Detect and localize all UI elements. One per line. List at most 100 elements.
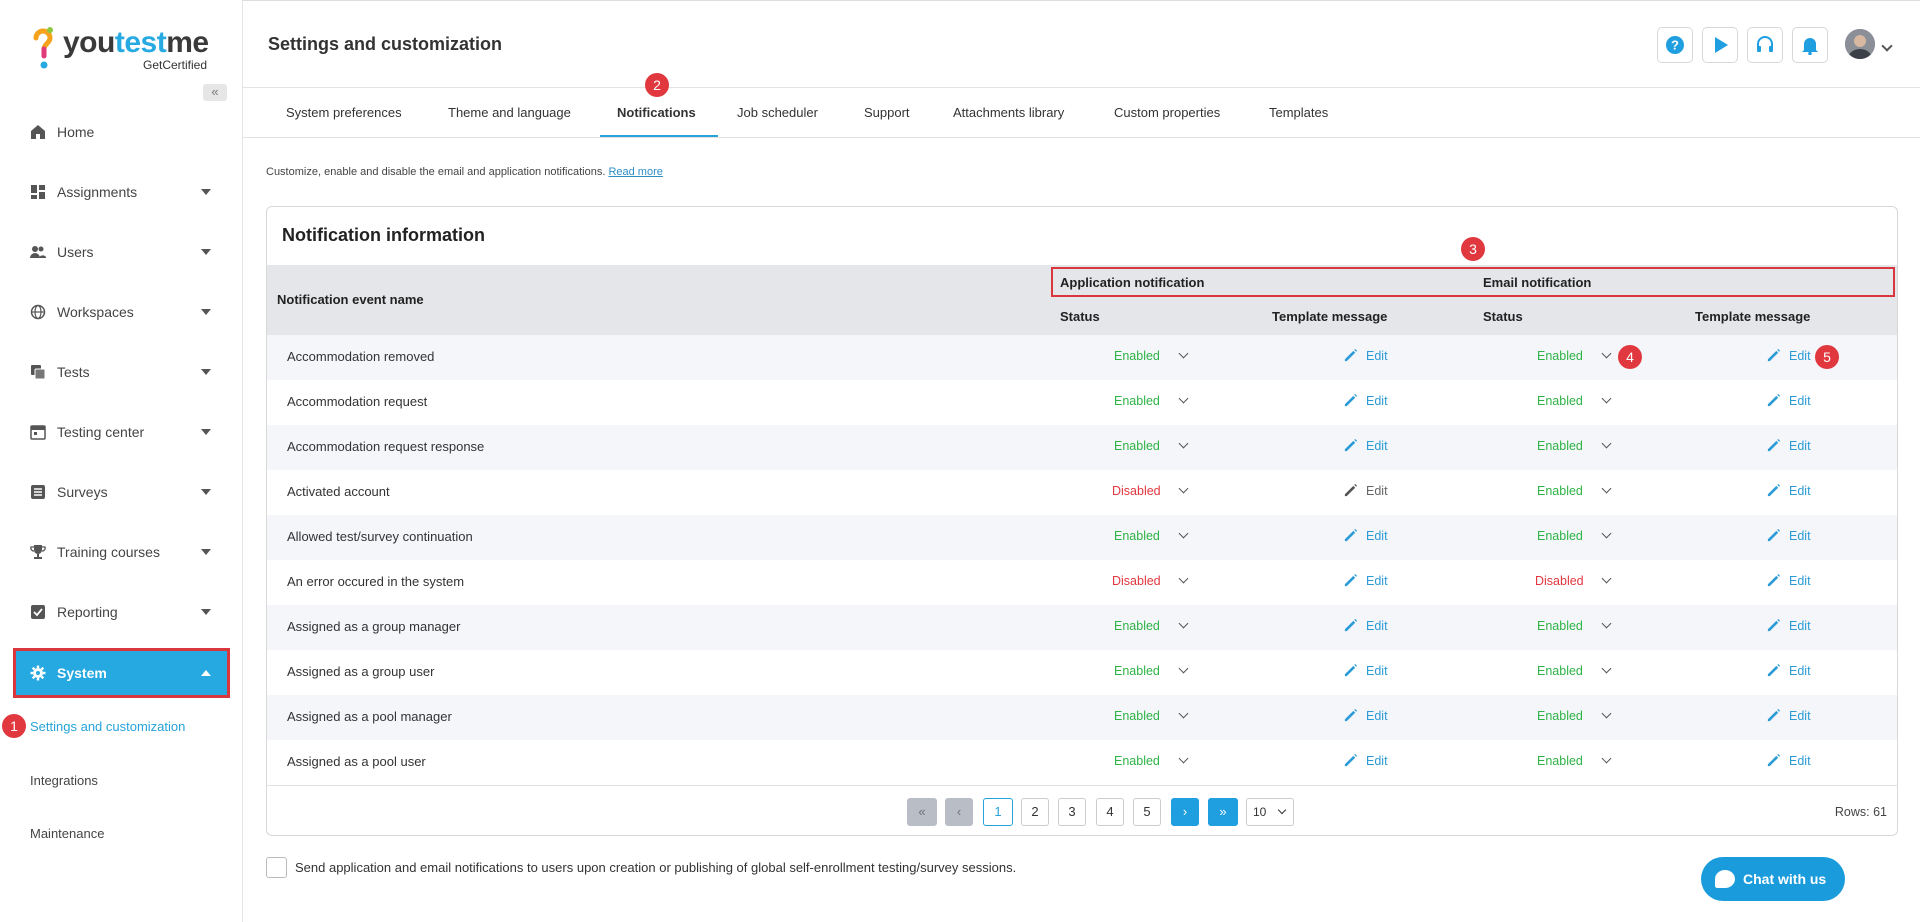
- page-button[interactable]: 3: [1058, 798, 1086, 826]
- chevron-down-icon[interactable]: [1601, 573, 1612, 584]
- app-template-edit-button[interactable]: Edit: [1343, 663, 1388, 678]
- chevron-down-icon[interactable]: [1178, 708, 1189, 719]
- tab-attachments-library[interactable]: Attachments library: [953, 105, 1064, 120]
- sidebar-item-system[interactable]: System: [13, 648, 230, 698]
- chevron-down-icon[interactable]: [1601, 618, 1612, 629]
- chevron-down-icon[interactable]: [1178, 438, 1189, 449]
- chevron-down-icon[interactable]: [1178, 663, 1189, 674]
- app-status-select[interactable]: Enabled: [1114, 709, 1160, 723]
- app-template-edit-button[interactable]: Edit: [1343, 348, 1388, 363]
- app-template-edit-button[interactable]: Edit: [1343, 573, 1388, 588]
- chevron-down-icon[interactable]: [1178, 483, 1189, 494]
- app-template-edit-button[interactable]: Edit: [1343, 618, 1388, 633]
- support-button[interactable]: [1747, 27, 1783, 63]
- page-button[interactable]: 4: [1096, 798, 1124, 826]
- sidebar-item-surveys[interactable]: Surveys: [16, 470, 227, 514]
- sidebar-item-reporting[interactable]: Reporting: [16, 590, 227, 634]
- page-button[interactable]: 2: [1021, 798, 1049, 826]
- sidebar-subitem-maintenance[interactable]: Maintenance: [30, 826, 104, 841]
- sidebar-item-training-courses[interactable]: Training courses: [16, 530, 227, 574]
- chevron-down-icon[interactable]: [1881, 40, 1893, 52]
- email-status-select[interactable]: Enabled: [1537, 394, 1583, 408]
- app-status-select[interactable]: Enabled: [1114, 529, 1160, 543]
- chat-with-us-button[interactable]: Chat with us: [1701, 857, 1845, 901]
- chevron-down-icon[interactable]: [1601, 708, 1612, 719]
- app-status-select[interactable]: Enabled: [1114, 754, 1160, 768]
- email-status-select[interactable]: Enabled: [1537, 529, 1583, 543]
- play-tutorial-button[interactable]: [1702, 27, 1738, 63]
- avatar[interactable]: [1845, 29, 1875, 59]
- email-template-edit-button[interactable]: Edit: [1766, 618, 1811, 633]
- chevron-down-icon[interactable]: [1601, 483, 1612, 494]
- email-template-edit-button[interactable]: Edit: [1766, 573, 1811, 588]
- chevron-down-icon[interactable]: [1178, 348, 1189, 359]
- chevron-down-icon[interactable]: [1601, 663, 1612, 674]
- app-status-select[interactable]: Enabled: [1114, 349, 1160, 363]
- self-enrollment-checkbox[interactable]: [266, 857, 287, 878]
- sidebar-subitem-settings-and-customization[interactable]: Settings and customization: [30, 719, 185, 734]
- first-page-button[interactable]: «: [907, 798, 937, 826]
- email-template-edit-button[interactable]: Edit: [1766, 393, 1811, 408]
- email-status-select[interactable]: Disabled: [1535, 574, 1584, 588]
- email-template-edit-button[interactable]: Edit: [1766, 348, 1811, 363]
- sidebar-item-workspaces[interactable]: Workspaces: [16, 290, 227, 334]
- email-status-select[interactable]: Enabled: [1537, 709, 1583, 723]
- page-button[interactable]: 1: [983, 798, 1013, 826]
- app-status-select[interactable]: Enabled: [1114, 619, 1160, 633]
- sidebar-item-assignments[interactable]: Assignments: [16, 170, 227, 214]
- sidebar-item-home[interactable]: Home: [16, 110, 227, 154]
- tab-notifications[interactable]: Notifications: [617, 105, 696, 120]
- chevron-down-icon[interactable]: [1601, 438, 1612, 449]
- chevron-down-icon[interactable]: [1178, 753, 1189, 764]
- sidebar-item-users[interactable]: Users: [16, 230, 227, 274]
- email-status-select[interactable]: Enabled: [1537, 349, 1583, 363]
- tab-custom-properties[interactable]: Custom properties: [1114, 105, 1220, 120]
- tab-system-preferences[interactable]: System preferences: [286, 105, 402, 120]
- chevron-down-icon[interactable]: [1178, 393, 1189, 404]
- chevron-down-icon[interactable]: [1178, 618, 1189, 629]
- notifications-button[interactable]: [1792, 27, 1828, 63]
- email-template-edit-button[interactable]: Edit: [1766, 753, 1811, 768]
- email-template-edit-button[interactable]: Edit: [1766, 438, 1811, 453]
- tab-job-scheduler[interactable]: Job scheduler: [737, 105, 818, 120]
- app-template-edit-button[interactable]: Edit: [1343, 708, 1388, 723]
- app-template-edit-button[interactable]: Edit: [1343, 528, 1388, 543]
- help-button[interactable]: ?: [1657, 27, 1693, 63]
- sidebar-item-tests[interactable]: Tests: [16, 350, 227, 394]
- email-status-select[interactable]: Enabled: [1537, 664, 1583, 678]
- collapse-sidebar-button[interactable]: «: [203, 84, 227, 101]
- app-status-select[interactable]: Enabled: [1114, 664, 1160, 678]
- chevron-down-icon[interactable]: [1178, 573, 1189, 584]
- tab-theme-and-language[interactable]: Theme and language: [448, 105, 571, 120]
- tab-templates[interactable]: Templates: [1269, 105, 1328, 120]
- sidebar-subitem-integrations[interactable]: Integrations: [30, 773, 98, 788]
- app-template-edit-button[interactable]: Edit: [1343, 753, 1388, 768]
- app-status-select[interactable]: Enabled: [1114, 439, 1160, 453]
- chevron-down-icon[interactable]: [1601, 393, 1612, 404]
- chevron-down-icon[interactable]: [1601, 753, 1612, 764]
- app-status-select[interactable]: Enabled: [1114, 394, 1160, 408]
- email-template-edit-button[interactable]: Edit: [1766, 528, 1811, 543]
- read-more-link[interactable]: Read more: [608, 166, 662, 178]
- prev-page-button[interactable]: ‹: [945, 798, 973, 826]
- email-template-edit-button[interactable]: Edit: [1766, 708, 1811, 723]
- chevron-down-icon[interactable]: [1178, 528, 1189, 539]
- logo[interactable]: youtestme GetCertified: [30, 22, 220, 74]
- email-template-edit-button[interactable]: Edit: [1766, 663, 1811, 678]
- page-size-select[interactable]: 10: [1246, 798, 1294, 826]
- last-page-button[interactable]: »: [1208, 798, 1238, 826]
- email-status-select[interactable]: Enabled: [1537, 439, 1583, 453]
- next-page-button[interactable]: ›: [1171, 798, 1199, 826]
- page-button[interactable]: 5: [1133, 798, 1161, 826]
- app-template-edit-button[interactable]: Edit: [1343, 393, 1388, 408]
- app-status-select[interactable]: Disabled: [1112, 484, 1161, 498]
- email-status-select[interactable]: Enabled: [1537, 619, 1583, 633]
- tab-support[interactable]: Support: [864, 105, 910, 120]
- app-template-edit-button[interactable]: Edit: [1343, 438, 1388, 453]
- app-template-edit-button[interactable]: Edit: [1343, 483, 1388, 498]
- email-template-edit-button[interactable]: Edit: [1766, 483, 1811, 498]
- chevron-down-icon[interactable]: [1601, 348, 1612, 359]
- email-status-select[interactable]: Enabled: [1537, 754, 1583, 768]
- chevron-down-icon[interactable]: [1601, 528, 1612, 539]
- sidebar-item-testing-center[interactable]: Testing center: [16, 410, 227, 454]
